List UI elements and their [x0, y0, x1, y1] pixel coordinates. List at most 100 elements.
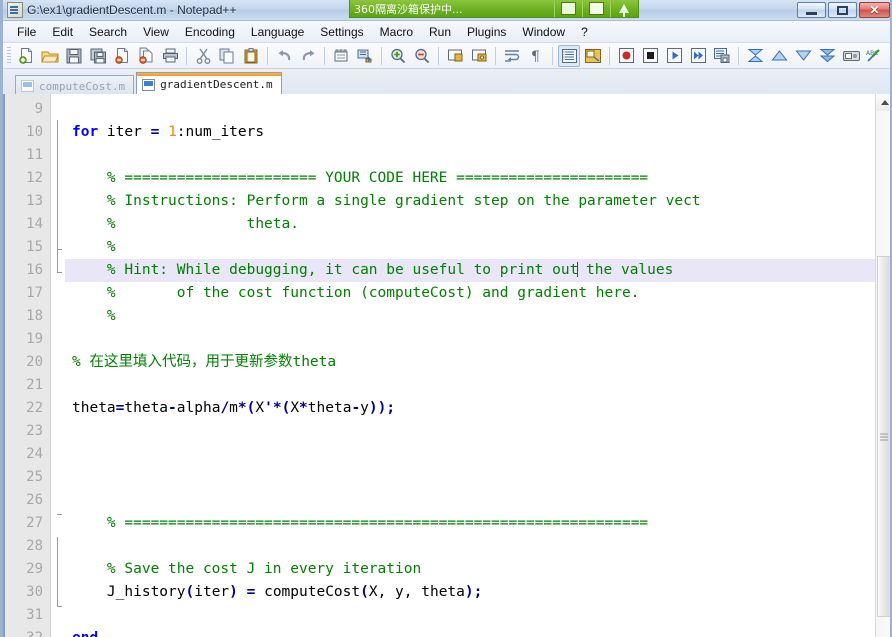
zoom-in-icon[interactable]	[387, 45, 409, 67]
close-button[interactable]: ✕	[859, 2, 890, 18]
collapse-level-icon[interactable]	[768, 45, 790, 67]
sync-vertical-icon[interactable]	[444, 45, 466, 67]
menu-macro[interactable]: Macro	[372, 23, 421, 41]
guard-window-icon[interactable]	[554, 0, 581, 17]
replace-icon[interactable]	[354, 45, 376, 67]
zoom-out-icon[interactable]	[411, 45, 433, 67]
line-number: 19	[26, 331, 43, 347]
menu-settings[interactable]: Settings	[312, 23, 371, 41]
tab-computecost[interactable]: computeCost.m	[15, 75, 135, 96]
editor-area[interactable]: 9 10 11 12 13 14 15 16 17 18 19 20 21 22…	[3, 94, 892, 637]
line-number: 22	[26, 400, 43, 416]
line-number: 31	[26, 607, 43, 623]
menu-plugins[interactable]: Plugins	[459, 23, 514, 41]
menu-run[interactable]: Run	[421, 23, 459, 41]
close-all-icon[interactable]	[135, 45, 157, 67]
document-map-icon[interactable]	[840, 45, 862, 67]
undo-icon[interactable]	[273, 45, 295, 67]
menu-file[interactable]: File	[9, 23, 44, 41]
minimize-button[interactable]	[797, 2, 826, 18]
spell-check-icon[interactable]: ABC	[864, 45, 886, 67]
menu-search[interactable]: Search	[81, 23, 135, 41]
line-number: 11	[26, 147, 43, 163]
tab-gradientdescent[interactable]: gradientDescent.m	[136, 72, 282, 96]
code-line: % of the cost function (computeCost) and…	[72, 285, 640, 301]
window-title: G:\ex1\gradientDescent.m - Notepad++	[27, 3, 237, 17]
menu-bar: File Edit Search View Encoding Language …	[3, 21, 892, 43]
code-line: % ======================================…	[72, 515, 649, 531]
close-file-icon[interactable]	[111, 45, 133, 67]
macro-run-multiple-icon[interactable]	[687, 45, 709, 67]
guard-pin-icon[interactable]	[610, 0, 637, 17]
toolbar-grip[interactable]	[7, 46, 11, 65]
tab-bar: computeCost.m gradientDescent.m	[3, 69, 892, 97]
notepad-plus-plus-icon	[7, 2, 23, 18]
macro-record-icon[interactable]	[615, 45, 637, 67]
menu-edit[interactable]: Edit	[44, 23, 81, 41]
line-number: 15	[26, 239, 43, 255]
sync-horizontal-icon[interactable]	[468, 45, 490, 67]
indent-guide-icon[interactable]	[558, 44, 580, 67]
scrollbar-thumb[interactable]	[877, 256, 891, 617]
line-number: 12	[26, 170, 43, 186]
macro-save-icon[interactable]	[711, 45, 733, 67]
show-all-chars-icon[interactable]: ¶	[525, 45, 547, 67]
line-number: 14	[26, 216, 43, 232]
expand-level-icon[interactable]	[792, 45, 814, 67]
line-number: 29	[26, 561, 43, 577]
redo-icon[interactable]	[297, 45, 319, 67]
line-number: 32	[5, 627, 50, 637]
svg-text:¶: ¶	[531, 49, 540, 63]
code-line: % ====================== YOUR CODE HERE …	[72, 170, 649, 186]
macro-stop-icon[interactable]	[639, 45, 661, 67]
code-line: % theta.	[72, 216, 299, 232]
guard-folder-icon[interactable]	[582, 0, 609, 17]
menu-help[interactable]: ?	[573, 23, 596, 41]
code-content[interactable]: for iter = 1:num_iters % ===============…	[65, 94, 892, 637]
guard-label: 360隔离沙箱保护中...	[354, 2, 463, 16]
maximize-button[interactable]	[828, 2, 857, 18]
print-icon[interactable]	[159, 45, 181, 67]
expand-all-icon[interactable]	[816, 45, 838, 67]
paste-icon[interactable]	[240, 45, 262, 67]
open-file-icon[interactable]	[39, 45, 61, 67]
save-icon[interactable]	[63, 45, 85, 67]
find-icon[interactable]	[330, 45, 352, 67]
menu-view[interactable]: View	[135, 23, 177, 41]
line-number: 16	[26, 262, 43, 278]
cut-icon[interactable]	[192, 45, 214, 67]
menu-window[interactable]: Window	[514, 23, 573, 41]
copy-icon[interactable]	[216, 45, 238, 67]
line-number: 21	[26, 377, 43, 393]
scrollbar-grip	[880, 433, 888, 440]
line-number: 24	[26, 446, 43, 462]
fold-margin[interactable]	[51, 94, 65, 637]
line-number: 13	[26, 193, 43, 209]
tab-label: computeCost.m	[39, 79, 126, 93]
word-wrap-icon[interactable]	[501, 45, 523, 67]
menu-encoding[interactable]: Encoding	[177, 23, 243, 41]
line-number: 23	[26, 423, 43, 439]
menu-language[interactable]: Language	[243, 23, 312, 41]
line-number: 25	[26, 469, 43, 485]
tab-label: gradientDescent.m	[160, 78, 273, 91]
line-number: 30	[26, 584, 43, 600]
code-line: J_history(iter) = computeCost(X, y, thet…	[72, 584, 483, 600]
code-line: % Save the cost J in every iteration	[72, 561, 422, 577]
save-all-icon[interactable]	[87, 45, 109, 67]
collapse-all-icon[interactable]	[744, 45, 766, 67]
macro-play-icon[interactable]	[663, 45, 685, 67]
guard-button-group	[554, 0, 638, 17]
360-sandbox-guard-bar[interactable]: 360隔离沙箱保护中...	[349, 0, 639, 18]
user-defined-dialog-icon[interactable]	[582, 45, 604, 67]
line-number: 20	[26, 354, 43, 370]
new-file-icon[interactable]	[15, 45, 37, 67]
